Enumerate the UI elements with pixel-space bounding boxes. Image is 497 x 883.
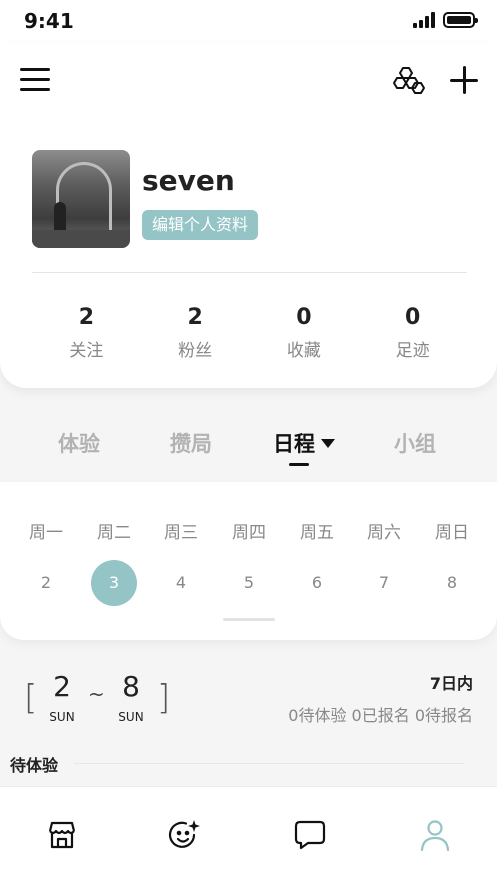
stat-label: 收藏: [286, 341, 321, 361]
day-cell[interactable]: 7: [361, 560, 407, 606]
bracket-right: ]: [157, 678, 171, 718]
tab-active-indicator: [289, 463, 309, 466]
weekday-label: 周五: [300, 523, 334, 543]
username: seven: [142, 164, 235, 197]
avatar[interactable]: [32, 150, 130, 248]
range-start-day: SUN: [49, 710, 75, 724]
stat-value: 2: [187, 305, 203, 330]
date-range-summary: [ 2 SUN ~ 8 SUN ] 7日内 0待体验 0已报名 0待报名: [0, 662, 497, 742]
smiley-sparkle-icon[interactable]: [166, 817, 202, 853]
bottom-tab-bar: [0, 786, 497, 883]
menu-icon[interactable]: [20, 68, 50, 92]
weekday-label: 周四: [232, 523, 266, 543]
chat-bubble-icon[interactable]: [292, 817, 328, 853]
status-icons: [413, 12, 478, 28]
weekday-label: 周二: [97, 523, 131, 543]
status-time: 9:41: [24, 9, 74, 33]
battery-icon: [443, 12, 478, 28]
day-cell[interactable]: 8: [429, 560, 475, 606]
day-cell-selected[interactable]: 3: [91, 560, 137, 606]
store-icon[interactable]: [44, 817, 80, 853]
day-cell[interactable]: 6: [294, 560, 340, 606]
stat-favorites[interactable]: 0 收藏: [250, 302, 359, 361]
profile-icon[interactable]: [417, 817, 453, 853]
divider: [32, 272, 467, 273]
week-calendar: 周一 周二 周三 周四 周五 周六 周日 2 3 4 5 6 7 8: [0, 482, 497, 640]
stat-label: 关注: [69, 341, 104, 361]
stat-following[interactable]: 2 关注: [32, 302, 141, 361]
stat-label: 足迹: [395, 341, 430, 361]
range-end-day: SUN: [118, 710, 144, 724]
tab-experience[interactable]: 体验: [58, 428, 100, 458]
edit-profile-button[interactable]: 编辑个人资料: [142, 210, 259, 240]
range-start: 2: [53, 670, 71, 703]
caret-down-icon: [321, 439, 335, 448]
bracket-left: [: [24, 678, 38, 718]
profile-card: seven 编辑个人资料 2 关注 2 粉丝 0 收藏 0 足迹: [0, 44, 497, 388]
tab-schedule-label: 日程: [273, 432, 315, 456]
stat-followers[interactable]: 2 粉丝: [141, 302, 250, 361]
range-summary: 0待体验 0已报名 0待报名: [288, 706, 473, 725]
stat-value: 2: [78, 305, 95, 330]
weekday-label: 周六: [367, 523, 401, 543]
signal-icon: [413, 12, 435, 28]
weekday-label: 周一: [29, 523, 63, 543]
stats-row: 2 关注 2 粉丝 0 收藏 0 足迹: [32, 302, 467, 361]
weekday-label: 周三: [164, 523, 198, 543]
add-button[interactable]: [448, 64, 480, 96]
day-cell[interactable]: 2: [23, 560, 69, 606]
section-title: 待体验: [10, 756, 59, 775]
status-bar: 9:41: [0, 0, 497, 44]
range-title: 7日内: [429, 674, 473, 693]
day-cell[interactable]: 5: [226, 560, 272, 606]
section-divider: [74, 763, 464, 764]
stat-value: 0: [296, 305, 312, 330]
stat-value: 0: [404, 305, 421, 330]
tab-gathering[interactable]: 攒局: [170, 428, 212, 458]
expand-handle[interactable]: [223, 618, 275, 621]
weekday-label: 周日: [435, 523, 469, 543]
day-cell[interactable]: 4: [158, 560, 204, 606]
range-end: 8: [122, 670, 140, 703]
content-tabs: 体验 攒局 日程 小组: [0, 414, 497, 474]
stat-label: 粉丝: [178, 341, 213, 361]
range-separator: ~: [88, 682, 105, 706]
hexagon-cluster-icon[interactable]: [392, 64, 428, 96]
tab-schedule[interactable]: 日程: [273, 428, 335, 458]
tab-group[interactable]: 小组: [394, 428, 436, 458]
stat-footprints[interactable]: 0 足迹: [358, 302, 467, 361]
